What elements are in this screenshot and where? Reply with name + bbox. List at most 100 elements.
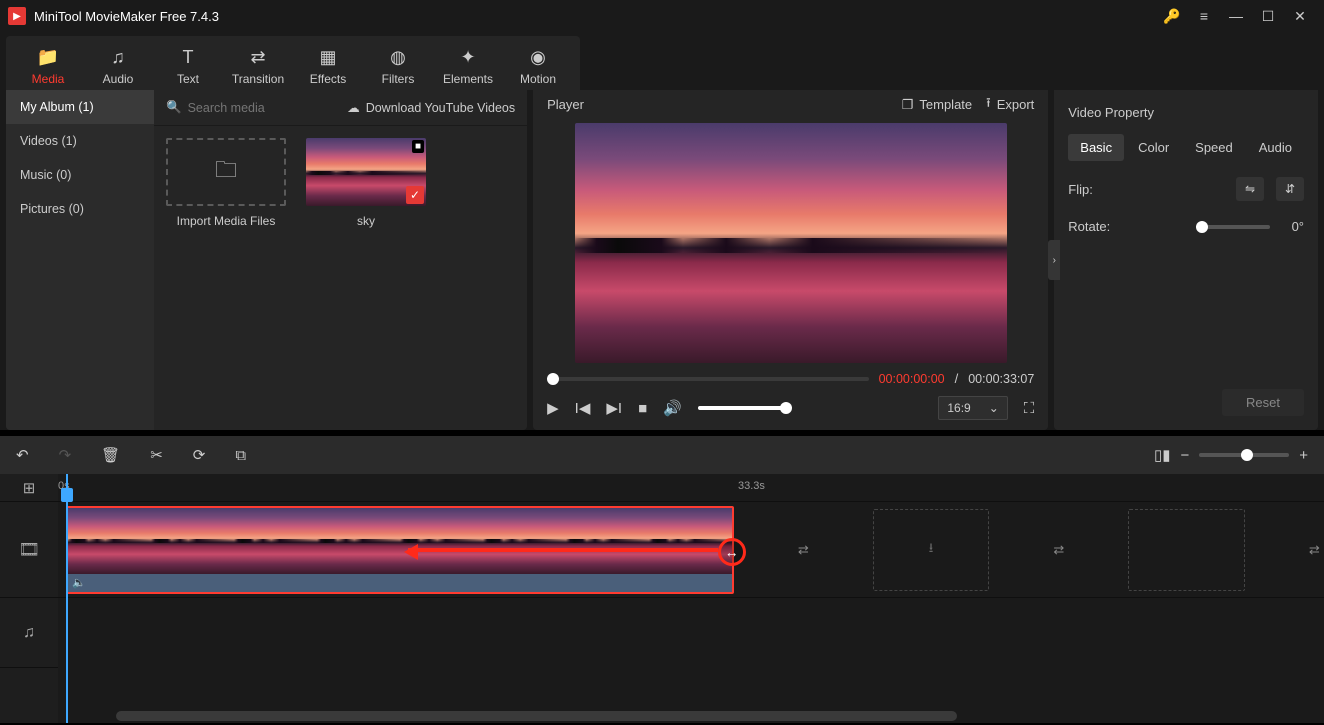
reset-button[interactable]: Reset <box>1222 389 1304 416</box>
play-button[interactable]: ▶ <box>547 399 559 417</box>
next-frame-button[interactable]: ▶I <box>606 399 622 417</box>
scrollbar-thumb[interactable] <box>116 711 957 721</box>
rotate-handle[interactable] <box>1196 221 1208 233</box>
title-bar: ▶ MiniTool MovieMaker Free 7.4.3 🔑 ≡ — ☐… <box>0 0 1324 32</box>
playhead[interactable] <box>66 474 68 723</box>
prop-tab-speed[interactable]: Speed <box>1183 134 1245 161</box>
empty-clip-slot[interactable] <box>1128 509 1244 591</box>
audio-track-icon: ♫ <box>0 598 58 668</box>
prop-tab-color[interactable]: Color <box>1126 134 1181 161</box>
cloud-download-icon: ☁ <box>347 100 360 115</box>
prop-tab-basic[interactable]: Basic <box>1068 134 1124 161</box>
prev-frame-button[interactable]: I◀ <box>575 399 591 417</box>
sidebar-item-album[interactable]: My Album (1) <box>6 90 154 124</box>
tab-text[interactable]: TText <box>156 42 220 90</box>
download-youtube-button[interactable]: ☁ Download YouTube Videos <box>347 100 515 115</box>
filters-icon: ◍ <box>390 47 406 68</box>
export-icon: ⭱ <box>986 94 991 116</box>
crop-button[interactable]: ⧉ <box>235 447 246 464</box>
split-button[interactable]: ✂ <box>150 446 163 464</box>
flip-vertical-button[interactable]: ⇵ <box>1276 177 1304 201</box>
sidebar-item-music[interactable]: Music (0) <box>6 158 154 192</box>
zoom-slider[interactable] <box>1199 453 1289 457</box>
speed-button[interactable]: ⟳ <box>193 446 206 464</box>
clip-thumb <box>234 508 317 574</box>
tab-elements[interactable]: ✦Elements <box>436 42 500 90</box>
rotate-slider[interactable] <box>1196 225 1270 229</box>
music-note-icon: ♫ <box>111 47 125 68</box>
stop-button[interactable]: ■ <box>638 400 647 417</box>
volume-handle[interactable] <box>780 402 792 414</box>
media-header: 🔍 ☁ Download YouTube Videos <box>154 90 527 126</box>
tab-audio[interactable]: ♫Audio <box>86 42 150 90</box>
clip-thumb <box>68 508 151 574</box>
time-separator: / <box>955 371 959 386</box>
zoom-in-button[interactable]: + <box>1299 447 1308 464</box>
properties-pane: › Video Property Basic Color Speed Audio… <box>1054 90 1318 430</box>
folder-icon: 🗀 <box>215 153 237 191</box>
clip-audio-strip: 🔈 <box>68 574 732 592</box>
video-track[interactable]: 33.3s 🔈 ↔ ⇄ ⭳ ⇄ ⇄ <box>58 502 1324 598</box>
prop-tab-audio[interactable]: Audio <box>1247 134 1304 161</box>
video-clip[interactable]: 33.3s 🔈 ↔ <box>66 506 734 594</box>
export-button[interactable]: ⭱Export <box>986 94 1034 116</box>
rotate-row: Rotate: 0° <box>1068 219 1304 234</box>
effects-icon: ▦ <box>319 47 336 68</box>
seek-bar[interactable] <box>547 377 868 381</box>
fullscreen-button[interactable]: ⛶ <box>1024 400 1035 417</box>
aspect-ratio-select[interactable]: 16:9⌄ <box>938 396 1007 420</box>
transition-slot[interactable]: ⇄ <box>794 540 813 560</box>
folder-icon: 📁 <box>37 47 59 68</box>
zoom-out-button[interactable]: − <box>1180 447 1189 464</box>
rotate-value: 0° <box>1292 219 1304 234</box>
flip-horizontal-button[interactable]: ⇋ <box>1236 177 1264 201</box>
sidebar-item-videos[interactable]: Videos (1) <box>6 124 154 158</box>
flip-label: Flip: <box>1068 182 1120 197</box>
seek-handle[interactable] <box>547 373 559 385</box>
sidebar-item-pictures[interactable]: Pictures (0) <box>6 192 154 226</box>
tab-media[interactable]: 📁Media <box>16 42 80 90</box>
clip-trim-handle[interactable]: ↔ <box>718 538 746 566</box>
trim-arrow-annotation <box>408 548 718 552</box>
add-track-button[interactable]: ⊞ <box>0 474 58 502</box>
time-ruler[interactable]: 0s 33.3s <box>58 474 1324 502</box>
clip-thumb <box>317 508 400 574</box>
tab-motion[interactable]: ◉Motion <box>506 42 570 90</box>
speaker-icon: 🔈 <box>72 576 86 589</box>
video-track-icon: 🎞 <box>0 502 58 598</box>
tab-transition[interactable]: ⇄Transition <box>226 42 290 90</box>
media-grid: 🗀 Import Media Files ■ ✓ sky <box>154 126 527 240</box>
control-row: ▶ I◀ ▶I ■ 🔊 16:9⌄ ⛶ <box>547 396 1034 420</box>
audio-track[interactable] <box>58 598 1324 668</box>
search-input[interactable] <box>188 101 308 115</box>
collapse-properties-button[interactable]: › <box>1048 240 1060 280</box>
close-button[interactable]: ✕ <box>1284 0 1316 32</box>
tab-filters[interactable]: ◍Filters <box>366 42 430 90</box>
zoom-handle[interactable] <box>1241 449 1253 461</box>
volume-icon[interactable]: 🔊 <box>663 399 682 417</box>
fit-timeline-button[interactable]: ▯▮ <box>1154 446 1171 464</box>
template-button[interactable]: ❐Template <box>902 97 972 113</box>
undo-button[interactable]: ↶ <box>16 446 29 464</box>
license-key-icon[interactable]: 🔑 <box>1156 0 1188 32</box>
rotate-label: Rotate: <box>1068 219 1120 234</box>
transition-slot[interactable]: ⇄ <box>1305 540 1324 560</box>
motion-icon: ◉ <box>530 47 546 68</box>
tab-effects[interactable]: ▦Effects <box>296 42 360 90</box>
video-preview[interactable] <box>575 123 1007 363</box>
media-thumbnail[interactable]: ■ ✓ <box>306 138 426 206</box>
volume-slider[interactable] <box>698 406 788 410</box>
redo-button[interactable]: ↷ <box>59 446 72 464</box>
media-pane: My Album (1) Videos (1) Music (0) Pictur… <box>6 90 527 430</box>
maximize-button[interactable]: ☐ <box>1252 0 1284 32</box>
properties-title: Video Property <box>1054 90 1318 134</box>
timeline-scrollbar[interactable] <box>116 711 1318 721</box>
playhead-handle[interactable] <box>61 488 73 502</box>
transition-slot[interactable]: ⇄ <box>1049 540 1068 560</box>
delete-button[interactable]: 🗑 <box>101 446 120 464</box>
import-media-button[interactable]: 🗀 <box>166 138 286 206</box>
empty-clip-slot[interactable]: ⭳ <box>873 509 989 591</box>
menu-icon[interactable]: ≡ <box>1188 0 1220 32</box>
layers-icon: ❐ <box>902 97 914 113</box>
minimize-button[interactable]: — <box>1220 0 1252 32</box>
